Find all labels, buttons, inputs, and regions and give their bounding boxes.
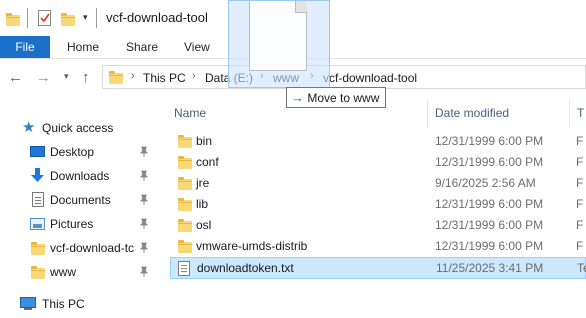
computer-icon — [20, 297, 36, 308]
file-name: osl — [196, 218, 212, 232]
file-list: Name Date modified T bin 12/31/1999 6:00… — [160, 100, 586, 318]
file-row[interactable]: bin 12/31/1999 6:00 PM F — [170, 131, 586, 152]
file-type: F — [576, 176, 584, 190]
folder-icon — [31, 242, 45, 255]
folder-icon — [6, 13, 20, 26]
documents-icon — [32, 192, 44, 207]
nav-item-desktop[interactable]: Desktop — [0, 140, 160, 164]
customize-toolbar-icon[interactable]: ▾ — [83, 12, 88, 23]
nav-item-label: vcf-download-tc — [50, 241, 135, 255]
file-date: 12/31/1999 6:00 PM — [435, 197, 544, 211]
tab-share[interactable]: Share — [126, 36, 158, 58]
folder-icon — [178, 240, 192, 253]
breadcrumb-separator-icon[interactable]: › — [131, 70, 135, 82]
nav-quick-access[interactable]: ★ Quick access — [0, 116, 160, 140]
file-name: downloadtoken.txt — [197, 261, 294, 275]
pin-icon — [140, 218, 148, 229]
folder-icon — [109, 71, 123, 84]
star-icon: ★ — [22, 119, 36, 136]
file-type: F — [576, 197, 584, 211]
tab-view[interactable]: View — [184, 36, 210, 58]
folder-icon — [31, 266, 45, 279]
file-date: 12/31/1999 6:00 PM — [435, 239, 544, 253]
column-header-name[interactable]: Name — [174, 106, 206, 120]
document-icon — [249, 1, 307, 71]
new-folder-icon[interactable] — [61, 13, 75, 26]
navigation-pane: ★ Quick access Desktop Downloads Documen… — [0, 100, 160, 318]
pin-icon — [140, 266, 148, 277]
nav-item-label: Downloads — [50, 169, 110, 183]
address-bar[interactable]: › This PC › Data (E:) › www › vcf-downlo… — [102, 65, 586, 89]
nav-item-documents[interactable]: Documents — [0, 188, 160, 212]
file-name: vmware-umds-distrib — [196, 239, 308, 253]
file-type: F — [576, 239, 584, 253]
file-row[interactable]: conf 12/31/1999 6:00 PM F — [170, 152, 586, 173]
file-date: 12/31/1999 6:00 PM — [435, 134, 544, 148]
folder-icon — [178, 219, 192, 232]
file-row-selected[interactable]: downloadtoken.txt 11/25/2025 3:41 PM Te — [170, 257, 586, 279]
pictures-icon — [30, 218, 45, 230]
column-divider[interactable] — [569, 100, 570, 128]
file-name: conf — [196, 155, 219, 169]
file-type: Te — [577, 261, 586, 275]
nav-item-label: This PC — [42, 297, 85, 311]
up-arrow-icon[interactable]: ↑ — [82, 69, 90, 86]
file-type: F — [576, 218, 584, 232]
file-row[interactable]: lib 12/31/1999 6:00 PM F — [170, 194, 586, 215]
folder-icon — [178, 135, 192, 148]
nav-this-pc[interactable]: This PC — [0, 292, 160, 316]
pin-icon — [140, 242, 148, 253]
file-name: bin — [196, 134, 213, 148]
drag-tooltip-text: Move to www — [307, 91, 380, 105]
nav-item-label: Documents — [50, 193, 111, 207]
folder-icon — [178, 156, 192, 169]
column-header-date-modified[interactable]: Date modified — [435, 106, 509, 120]
folder-icon — [178, 177, 192, 190]
recent-locations-icon[interactable]: ▾ — [64, 71, 69, 82]
file-date: 12/31/1999 6:00 PM — [435, 155, 544, 169]
download-arrow-icon — [31, 168, 44, 182]
file-row[interactable]: vmware-umds-distrib 12/31/1999 6:00 PM F — [170, 236, 586, 257]
file-type: F — [576, 134, 584, 148]
properties-icon[interactable] — [38, 10, 51, 26]
tab-home[interactable]: Home — [67, 36, 99, 58]
nav-item-label: Quick access — [42, 121, 114, 135]
pin-icon — [140, 194, 148, 205]
breadcrumb-vcf-download-tool[interactable]: vcf-download-tool — [323, 71, 417, 85]
file-date: 11/25/2025 3:41 PM — [436, 261, 544, 275]
nav-item-downloads[interactable]: Downloads — [0, 164, 160, 188]
folder-icon — [178, 198, 192, 211]
desktop-icon — [30, 146, 45, 157]
breadcrumb-this-pc[interactable]: This PC — [143, 71, 186, 85]
tab-file[interactable]: File — [0, 36, 50, 58]
column-header-type[interactable]: T — [577, 106, 584, 120]
column-divider[interactable] — [427, 100, 428, 128]
file-type: F — [576, 155, 584, 169]
text-file-icon — [178, 261, 190, 276]
drag-tooltip: → Move to www — [286, 87, 387, 108]
nav-item-pictures[interactable]: Pictures — [0, 212, 160, 236]
nav-item-label: Desktop — [50, 145, 95, 159]
move-arrow-icon: → — [291, 90, 304, 105]
file-name: lib — [196, 197, 209, 211]
breadcrumb-separator-icon[interactable]: › — [192, 70, 196, 82]
file-row[interactable]: osl 12/31/1999 6:00 PM F — [170, 215, 586, 236]
back-arrow-icon[interactable]: ← — [8, 69, 23, 86]
drag-preview — [228, 0, 330, 88]
pin-icon — [140, 170, 148, 181]
forward-arrow-icon[interactable]: → — [36, 69, 51, 86]
nav-item-vcf-download-tool[interactable]: vcf-download-tc — [0, 236, 160, 260]
pin-icon — [140, 146, 148, 157]
nav-item-www[interactable]: www — [0, 260, 160, 284]
file-date: 9/16/2025 2:56 AM — [435, 176, 536, 190]
file-date: 12/31/1999 6:00 PM — [435, 218, 544, 232]
nav-item-label: Pictures — [50, 217, 94, 231]
window-title: vcf-download-tool — [106, 10, 208, 25]
file-row[interactable]: jre 9/16/2025 2:56 AM F — [170, 173, 586, 194]
nav-item-label: www — [50, 265, 76, 279]
file-name: jre — [196, 176, 210, 190]
